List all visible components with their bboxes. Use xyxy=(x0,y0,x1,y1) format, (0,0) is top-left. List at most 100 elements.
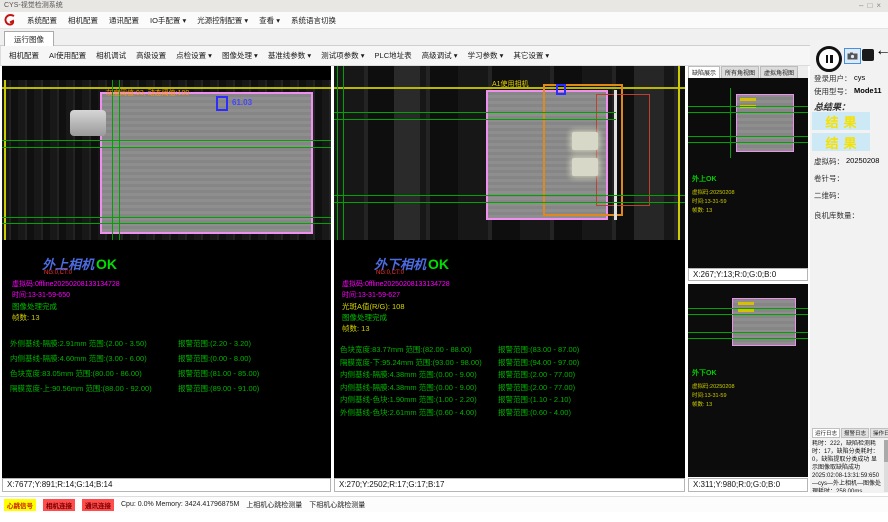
tab-virtual-angle-view[interactable]: 虚拟角视图 xyxy=(760,66,798,78)
coord-text: X:267;Y:13;R:0;G:0;B:0 xyxy=(693,270,776,279)
tiny-label-mark xyxy=(738,302,754,305)
measure-line-vertical xyxy=(119,80,120,240)
tab-alarm-log[interactable]: 报警日志 xyxy=(841,428,869,438)
measure-line xyxy=(688,314,808,315)
window-controls[interactable]: –□× xyxy=(859,0,885,12)
maximize-icon[interactable]: □ xyxy=(867,1,876,10)
measurement-value: 外侧基线-色块:2.61mm 范围:(0.60 - 4.00) xyxy=(340,408,477,417)
connector-object xyxy=(70,110,106,136)
light-spot-value: 光斑A值(R/G): 108 xyxy=(342,301,405,312)
camera-connect-status-badge: 相机连接 xyxy=(43,499,75,511)
menu-camera-config[interactable]: 相机配置 xyxy=(68,15,98,26)
pause-button[interactable] xyxy=(816,46,842,72)
log-tab-strip: 运行日志 报警日志 操作日志 xyxy=(812,428,888,438)
menu-language[interactable]: 系统语言切换 xyxy=(291,15,336,26)
ng-counter: NG:0,CT:0 xyxy=(44,270,72,276)
middle-camera-view[interactable]: A1使用相机 外下相机OK NG:0,CT:0 虚拟码:0ffline20250… xyxy=(334,66,685,478)
tool-advanced-debug[interactable]: 高级调试 ▾ xyxy=(422,50,458,61)
result-ok-badge: OK xyxy=(428,256,449,272)
window-title: CYS-视觉检测系统 xyxy=(4,2,63,9)
alarm-range: 报警范围:(83.00 - 87.00) xyxy=(498,344,579,355)
measurement-value: 内侧基线-色块:1.90mm 范围:(1.00 - 2.20) xyxy=(340,395,477,404)
alarm-range: 报警范围:(2.00 - 77.00) xyxy=(498,382,575,393)
camera-capture-button[interactable] xyxy=(844,48,861,64)
tool-baseline-params[interactable]: 基准线参数 ▾ xyxy=(268,50,311,61)
virtual-code: 虚拟码:0ffline20250208133134728 xyxy=(342,279,450,289)
alarm-range: 报警范围:(0.60 - 4.00) xyxy=(498,407,571,418)
measurement-row: 外侧基线-隔膜:2.91mm 范围:(2.00 - 3.50)报警范围:(2.2… xyxy=(10,338,331,349)
pause-icon xyxy=(826,55,829,63)
measure-line-vertical xyxy=(337,66,338,240)
tool-camera-config[interactable]: 相机配置 xyxy=(9,50,39,61)
blue-detect-box xyxy=(216,96,228,111)
back-arrow-button[interactable]: ← xyxy=(875,42,888,60)
lower-camera-heartbeat[interactable]: 下相机心跳检测量 xyxy=(309,500,365,510)
menu-io-config[interactable]: IO手配置 ▾ xyxy=(150,15,186,26)
camera-overlay-label: A1使用相机 xyxy=(492,79,529,89)
measure-line xyxy=(688,338,808,339)
close-icon[interactable]: × xyxy=(876,1,885,10)
measure-line-vertical xyxy=(730,88,731,158)
ng-counter: NG:0,CT:0 xyxy=(376,270,404,276)
measure-line-vertical xyxy=(112,80,113,240)
menu-light-config[interactable]: 光源控制配置 ▾ xyxy=(197,15,248,26)
coord-text: X:311;Y:980;R:0;G:0;B:0 xyxy=(693,480,780,489)
measurement-value: 外侧基线-隔膜:2.91mm 范围:(2.00 - 3.50) xyxy=(10,339,147,348)
preview-info-line: 帧数: 13 xyxy=(692,400,712,408)
measurement-value: 隔膜宽度-下:95.24mm 范围:(93.00 - 98.00) xyxy=(340,358,482,367)
result-badge-2: 结果 xyxy=(812,133,870,151)
preview-info-line: 帧数: 13 xyxy=(692,206,712,214)
menu-view[interactable]: 查看 ▾ xyxy=(259,15,280,26)
preview-top-coord-readout: X:267;Y:13;R:0;G:0;B:0 xyxy=(688,268,808,281)
alarm-range: 报警范围:(0.00 - 8.00) xyxy=(178,353,251,364)
tool-other-settings[interactable]: 其它设置 ▾ xyxy=(513,50,549,61)
preview-info-line: 虚拟码:20250208 xyxy=(692,188,735,196)
measure-line xyxy=(2,140,331,141)
left-camera-view[interactable]: 61.03 灰度阈值:93, 动态阈值:100 外上相机OK NG:0,CT:0… xyxy=(2,66,331,478)
tab-operation-log[interactable]: 操作日志 xyxy=(870,428,888,438)
preview-info-line: 虚拟码:20250208 xyxy=(692,382,735,390)
menu-comm-config[interactable]: 通讯配置 xyxy=(109,15,139,26)
title-bar[interactable]: CYS-视觉检测系统 –□× xyxy=(0,0,888,12)
result-ok-badge: OK xyxy=(96,256,117,272)
tool-image-processing[interactable]: 图像处理 ▾ xyxy=(222,50,258,61)
tool-test-params[interactable]: 测试项参数 ▾ xyxy=(321,50,364,61)
tool-advanced-settings[interactable]: 高级设置 xyxy=(136,50,166,61)
tool-ai-config[interactable]: AI使用配置 xyxy=(49,50,86,61)
heartbeat-status-badge: 心跳信号 xyxy=(4,499,36,511)
measurement-value: 内侧基线-隔膜:4.38mm 范围:(0.00 - 9.00) xyxy=(340,370,477,379)
measurement-value: 色块宽度:83.05mm 范围:(80.00 - 86.00) xyxy=(10,369,142,378)
model-label: 使用型号： xyxy=(814,86,852,97)
process-done-label: 图像处理完成 xyxy=(12,301,57,312)
alarm-range: 报警范围:(89.00 - 91.00) xyxy=(178,383,259,394)
log-text: 耗时：222，缺陷检测耗时：17，缺陷分类耗时：0，缺陷提取分类成功 显示图像取… xyxy=(812,440,882,492)
tool-spot-check[interactable]: 点检设置 ▾ xyxy=(176,50,212,61)
tool-plc-table[interactable]: PLC地址表 xyxy=(375,50,412,61)
capture-time: 时间:13-31-59-650 xyxy=(12,290,70,300)
preview-info-line: 时间:13-31-59 xyxy=(692,197,727,205)
membrane-roi-box xyxy=(100,92,313,234)
upper-camera-heartbeat[interactable]: 上相机心跳检测量 xyxy=(246,500,302,510)
measure-line xyxy=(334,112,616,113)
log-scrollbar[interactable] xyxy=(884,440,888,492)
tab-defect-display[interactable]: 缺陷展示 xyxy=(688,66,720,78)
tab-all-angle-view[interactable]: 所有角视图 xyxy=(721,66,759,78)
measurement-row: 外侧基线-色块:2.61mm 范围:(0.60 - 4.00) 报警范围:(0.6… xyxy=(340,407,685,418)
tool-learning-params[interactable]: 学习参数 ▾ xyxy=(467,50,503,61)
tab-strip: 运行图像 xyxy=(0,29,888,46)
menu-system-config[interactable]: 系统配置 xyxy=(27,15,57,26)
threshold-overlay-label: 灰度阈值:93, 动态阈值:100 xyxy=(106,88,189,98)
preview-result: 外上OK xyxy=(692,174,717,184)
red-roi-box xyxy=(596,94,650,206)
vcode-label: 虚拟码： xyxy=(814,156,844,167)
camera-icon xyxy=(847,52,858,60)
preview-bottom-view[interactable]: 外下OK 虚拟码:20250208 时间:13-31-59 帧数: 13 xyxy=(688,284,808,477)
tab-run-log[interactable]: 运行日志 xyxy=(812,428,840,438)
preview-top-view[interactable]: 外上OK 虚拟码:20250208 时间:13-31-59 帧数: 13 xyxy=(688,78,808,268)
tool-camera-debug[interactable]: 相机调试 xyxy=(96,50,126,61)
qr-label: 二维码： xyxy=(814,190,844,201)
dark-tool-button[interactable] xyxy=(862,49,874,61)
process-done-label: 图像处理完成 xyxy=(342,312,387,323)
alarm-range: 报警范围:(1.10 - 2.10) xyxy=(498,394,571,405)
app-logo-icon xyxy=(4,14,16,26)
